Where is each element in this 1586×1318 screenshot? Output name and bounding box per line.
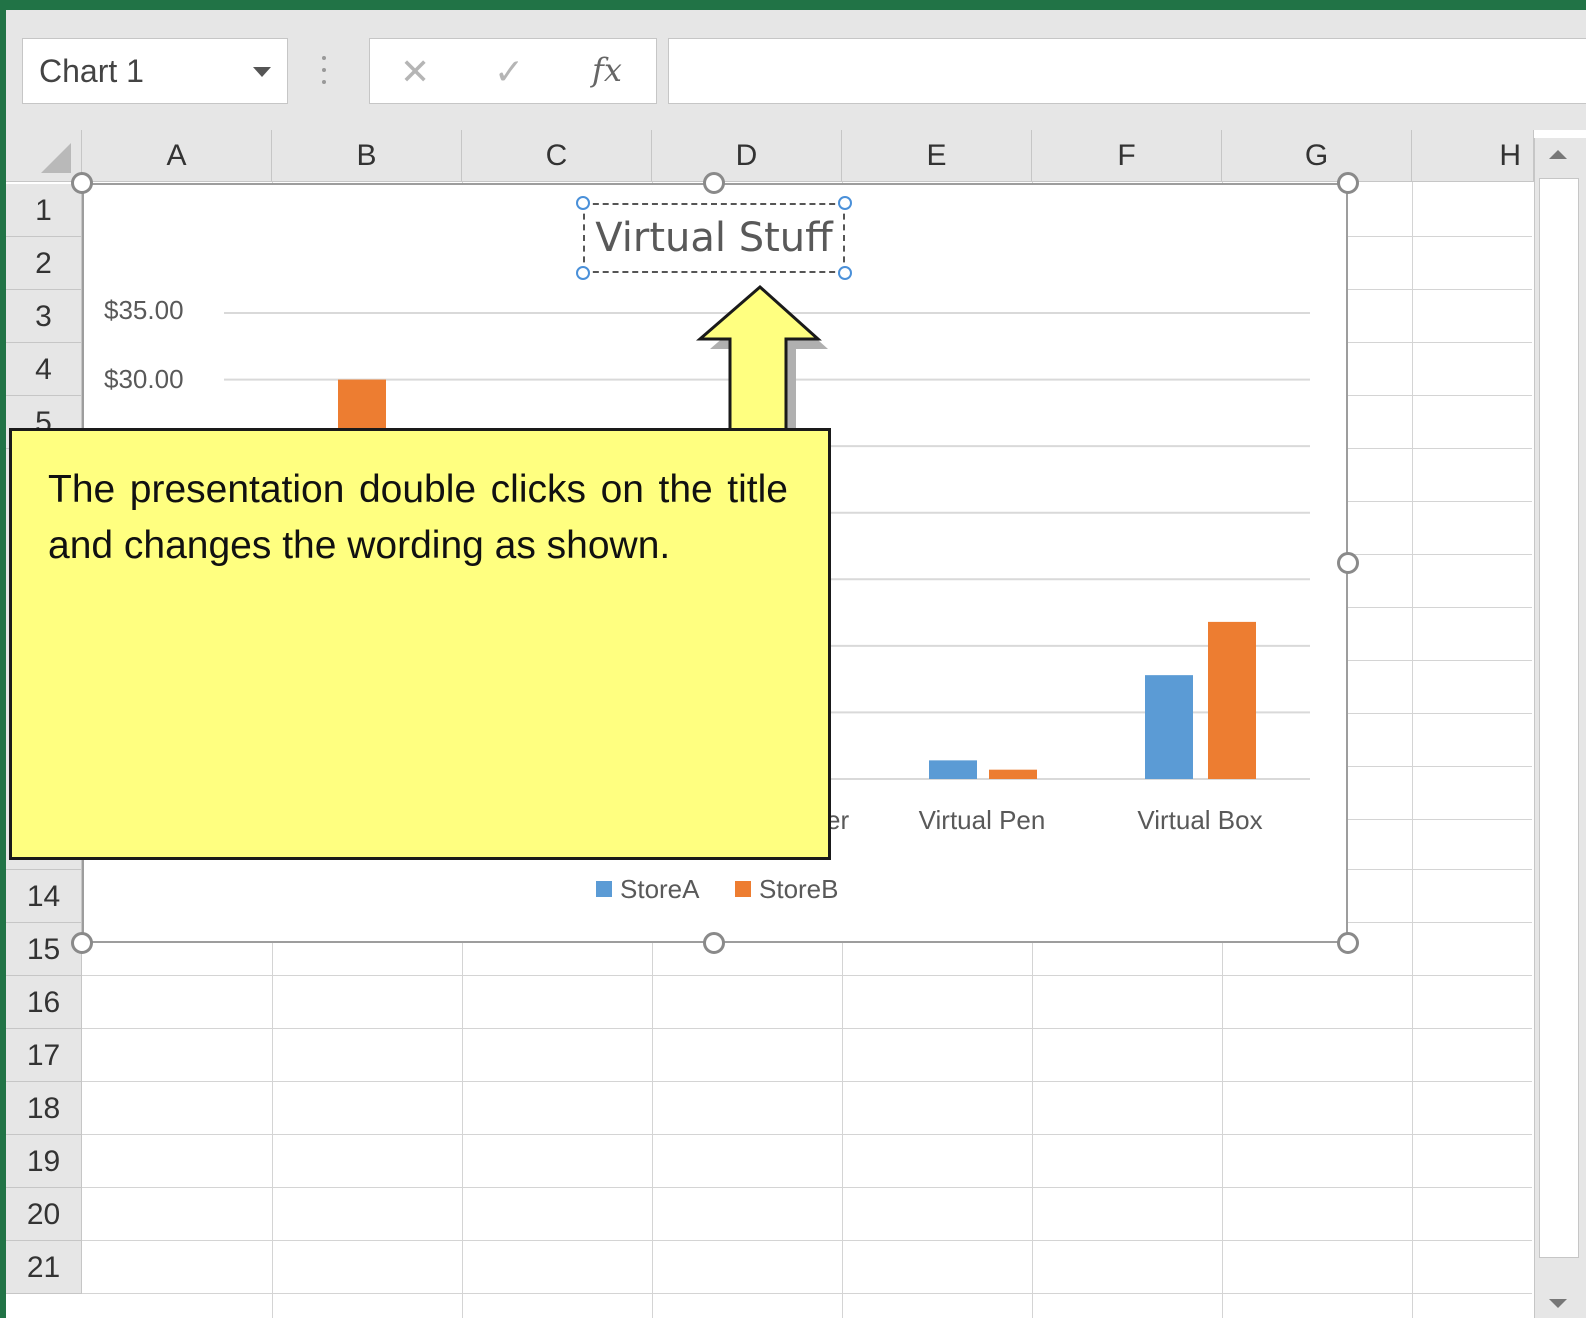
formula-buttons: ✕ ✓ fx — [369, 38, 657, 104]
resize-handle-bottom[interactable] — [703, 932, 725, 954]
legend-label-storea: StoreA — [620, 874, 700, 904]
column-header-a[interactable]: A — [82, 130, 272, 182]
resize-handle-bottom-left[interactable] — [71, 932, 93, 954]
column-header-d[interactable]: D — [652, 130, 842, 182]
grid-line — [82, 1240, 1532, 1241]
grid-line — [82, 1134, 1532, 1135]
row-header-3[interactable]: 3 — [6, 290, 82, 343]
title-handle[interactable] — [576, 266, 590, 280]
grid-line — [82, 1081, 1532, 1082]
row-header-1[interactable]: 1 — [6, 184, 82, 237]
y-tick-label: $35.00 — [104, 295, 184, 325]
name-box[interactable]: Chart 1 — [22, 38, 288, 104]
resize-handle-top-left[interactable] — [71, 172, 93, 194]
row-header-19[interactable]: 19 — [6, 1135, 82, 1188]
resize-handle-bottom-right[interactable] — [1337, 932, 1359, 954]
select-all-button[interactable] — [6, 130, 82, 182]
grid-line — [82, 975, 1532, 976]
x-category-label: Virtual Pen — [919, 805, 1046, 835]
bar-storea-virtual-pen — [929, 760, 977, 779]
scroll-up-icon[interactable] — [1549, 150, 1567, 159]
title-handle[interactable] — [838, 196, 852, 210]
scroll-down-icon[interactable] — [1549, 1299, 1567, 1308]
row-header-20[interactable]: 20 — [6, 1188, 82, 1241]
column-header-e[interactable]: E — [842, 130, 1032, 182]
row-header-18[interactable]: 18 — [6, 1082, 82, 1135]
more-options-icon[interactable] — [322, 56, 328, 86]
bar-storeb-virtual-pen — [989, 769, 1037, 779]
y-tick-label: $30.00 — [104, 364, 184, 394]
callout-text: The presentation double clicks on the ti… — [48, 468, 788, 567]
row-header-14[interactable]: 14 — [6, 870, 82, 923]
callout-arrow-icon — [695, 285, 828, 435]
chart-title[interactable]: Virtual Stuff — [583, 203, 845, 273]
cancel-icon[interactable]: ✕ — [400, 51, 430, 93]
legend-swatch-storea — [596, 881, 612, 897]
grid-line — [82, 1028, 1532, 1029]
bar-storeb-virtual-box — [1208, 621, 1256, 779]
resize-handle-right[interactable] — [1337, 552, 1359, 574]
legend-swatch-storeb — [735, 881, 751, 897]
formula-input[interactable] — [668, 38, 1586, 104]
row-header-2[interactable]: 2 — [6, 237, 82, 290]
row-header-15[interactable]: 15 — [6, 923, 82, 976]
resize-handle-top-right[interactable] — [1337, 172, 1359, 194]
chevron-down-icon[interactable] — [253, 67, 271, 77]
column-header-c[interactable]: C — [462, 130, 652, 182]
row-header-21[interactable]: 21 — [6, 1241, 82, 1294]
vertical-scrollbar[interactable] — [1534, 138, 1586, 1318]
app-top-border — [0, 0, 1586, 10]
row-header-16[interactable]: 16 — [6, 976, 82, 1029]
column-header-h[interactable]: H — [1412, 130, 1534, 182]
enter-icon[interactable]: ✓ — [494, 51, 524, 93]
column-header-b[interactable]: B — [272, 130, 462, 182]
scrollbar-thumb[interactable] — [1539, 178, 1579, 1258]
row-header-17[interactable]: 17 — [6, 1029, 82, 1082]
column-header-f[interactable]: F — [1032, 130, 1222, 182]
grid-line — [82, 1187, 1532, 1188]
column-header-g[interactable]: G — [1222, 130, 1412, 182]
insert-function-icon[interactable]: fx — [592, 51, 622, 89]
title-handle[interactable] — [576, 196, 590, 210]
grid-line — [82, 1293, 1532, 1294]
legend-label-storeb: StoreB — [759, 874, 839, 904]
resize-handle-top[interactable] — [703, 172, 725, 194]
x-category-label: Virtual Box — [1137, 805, 1262, 835]
grid-line — [1412, 182, 1413, 1318]
name-box-value: Chart 1 — [39, 53, 144, 89]
bar-storea-virtual-box — [1145, 675, 1193, 779]
row-header-4[interactable]: 4 — [6, 343, 82, 396]
title-handle[interactable] — [838, 266, 852, 280]
